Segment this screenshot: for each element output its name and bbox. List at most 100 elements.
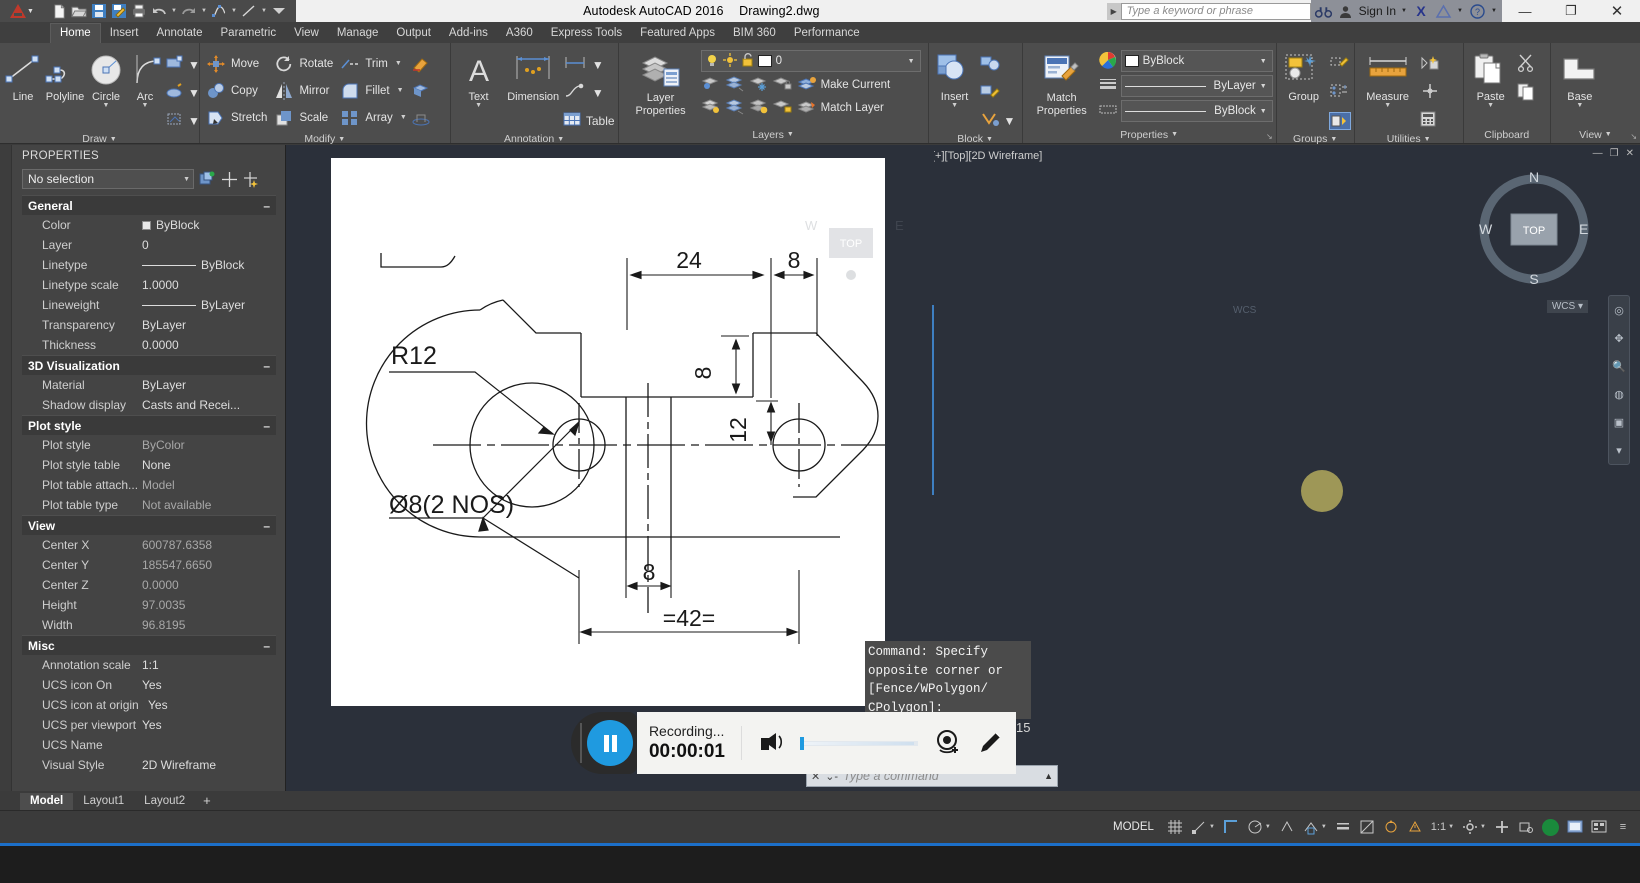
chevron-down-icon[interactable]: ▼ — [986, 136, 993, 143]
steering-wheel-icon[interactable]: ◎ — [1609, 296, 1629, 324]
modify-move-button[interactable]: Move — [203, 51, 270, 76]
save-as-icon[interactable] — [110, 2, 128, 20]
linetype-icon[interactable] — [1099, 101, 1117, 122]
base-dropdown-icon[interactable]: ▼ — [1576, 102, 1583, 109]
match-layer-icon[interactable] — [797, 98, 817, 118]
snap-icon[interactable]: ▼ — [1188, 815, 1218, 839]
lineweight-icon[interactable] — [1332, 815, 1354, 839]
object-snap-icon[interactable]: ▼ — [1300, 815, 1330, 839]
draw-arc-button[interactable]: Arc ▼ — [126, 47, 164, 109]
undo-dropdown-icon[interactable]: ▼ — [170, 8, 178, 14]
property-row-plot-table-type[interactable]: Plot table type Not available — [22, 495, 276, 515]
chevron-down-icon[interactable]: ▼ — [1260, 108, 1269, 115]
color-wheel-icon[interactable] — [1098, 51, 1117, 72]
edit-block-icon[interactable] — [979, 83, 1001, 103]
layer-unlock-icon[interactable] — [772, 98, 793, 118]
property-row-center-y[interactable]: Center Y 185547.6650 — [22, 555, 276, 575]
palette-grip[interactable] — [0, 145, 12, 791]
linetype-combo[interactable]: ByBlock ▼ — [1120, 100, 1273, 122]
layer-selector-combo[interactable]: 0 ▼ — [700, 50, 921, 72]
property-row-ucs-per-viewport[interactable]: UCS per viewport Yes — [22, 715, 276, 735]
tab-layout2[interactable]: Layout2 — [134, 793, 195, 810]
modify-trim-button[interactable]: Trim ▼ — [337, 51, 409, 76]
property-value[interactable]: 1:1 — [142, 658, 276, 672]
annotation-monitor-icon[interactable] — [1404, 815, 1426, 839]
line-icon[interactable] — [240, 2, 258, 20]
layer-thaw-icon[interactable] — [725, 98, 745, 118]
match-layer-label[interactable]: Match Layer — [821, 102, 884, 114]
collapse-icon[interactable]: – — [263, 359, 270, 373]
autocad-logo[interactable]: ▼ — [0, 0, 44, 22]
dimension-dropdown-icon[interactable]: ▼ — [592, 58, 604, 72]
leader-dropdown-icon[interactable]: ▼ — [592, 86, 604, 100]
ungroup-icon[interactable] — [1329, 55, 1349, 74]
ortho-icon[interactable] — [1220, 815, 1242, 839]
panel-block-title[interactable]: Block ▼ — [932, 133, 1019, 145]
property-value[interactable]: ByLayer — [142, 378, 276, 392]
modify-fillet-button[interactable]: Fillet ▼ — [337, 78, 409, 103]
property-value[interactable]: Casts and Recei... — [142, 398, 276, 412]
workspace-switching-icon[interactable]: ▼ — [1459, 815, 1489, 839]
collapse-icon[interactable]: – — [263, 419, 270, 433]
chevron-down-icon[interactable]: ▼ — [1424, 136, 1431, 143]
wcs-selector[interactable]: WCS ▾ — [1546, 300, 1588, 313]
clean-screen-icon[interactable] — [1564, 815, 1586, 839]
property-row-linetype[interactable]: Linetype ByBlock — [22, 255, 276, 275]
arc-dropdown-icon[interactable]: ▼ — [142, 102, 149, 109]
collapse-icon[interactable]: – — [263, 639, 270, 653]
property-value[interactable]: ByLayer — [142, 298, 276, 312]
hatch-icon[interactable] — [165, 83, 185, 102]
property-row-plot-style[interactable]: Plot style ByColor — [22, 435, 276, 455]
sign-in-label[interactable]: Sign In — [1359, 4, 1396, 18]
sun-icon[interactable] — [722, 52, 737, 70]
chevron-down-icon[interactable]: ▼ — [1330, 136, 1337, 143]
layer-freeze-snowflake-icon[interactable] — [749, 75, 769, 95]
volume-slider[interactable] — [800, 736, 918, 750]
chevron-down-icon[interactable]: ▼ — [1260, 83, 1269, 90]
rectangle-icon[interactable] — [165, 55, 185, 74]
linear-dimension-icon[interactable] — [563, 55, 589, 74]
exchange-apps-icon[interactable]: X — [1412, 2, 1430, 20]
chevron-down-icon[interactable]: ▼ — [110, 136, 117, 143]
ribbon-tab-annotate[interactable]: Annotate — [147, 24, 211, 43]
erase-icon[interactable] — [411, 54, 431, 75]
close-button[interactable]: ✕ — [1594, 0, 1640, 22]
property-row-transparency[interactable]: Transparency ByLayer — [22, 315, 276, 335]
autodesk-360-icon[interactable] — [1434, 2, 1452, 20]
panel-groups-title[interactable]: Groups ▼ — [1280, 133, 1351, 145]
block-insert-button[interactable]: Insert ▼ — [932, 47, 978, 109]
leader-icon[interactable] — [563, 83, 589, 102]
chevron-down-icon[interactable]: ▼ — [1260, 58, 1269, 65]
property-row-lineweight[interactable]: Lineweight ByLayer — [22, 295, 276, 315]
layer-lock-icon[interactable] — [772, 75, 793, 95]
new-file-icon[interactable] — [50, 2, 68, 20]
draw-polyline-button[interactable]: Polyline — [44, 47, 86, 103]
selection-combo[interactable]: No selection ▼ — [22, 169, 194, 189]
draw-circle-button[interactable]: Circle ▼ — [87, 47, 125, 109]
layer-freeze-icon[interactable] — [725, 75, 745, 95]
drawing-canvas[interactable]: [+][Top][2D Wireframe] — ❐ ✕ 24 8 8 12 8… — [286, 145, 1640, 791]
chevron-down-icon[interactable]: ▼ — [1448, 824, 1454, 830]
chevron-down-icon[interactable]: ▼ — [1209, 824, 1215, 830]
chevron-down-icon[interactable]: ▼ — [787, 131, 794, 138]
property-row-plot-table-attach[interactable]: Plot table attach... Model — [22, 475, 276, 495]
pause-button[interactable] — [587, 720, 633, 766]
measure-button[interactable]: Measure ▼ — [1358, 47, 1418, 109]
ribbon-tab-performance[interactable]: Performance — [785, 24, 869, 43]
ribbon-tab-addins[interactable]: Add-ins — [440, 24, 497, 43]
add-layout-button[interactable]: + — [195, 793, 219, 810]
pick-point-icon[interactable] — [220, 170, 238, 188]
property-value[interactable]: Yes — [142, 678, 276, 692]
chevron-down-icon[interactable]: ▼ — [1265, 824, 1271, 830]
viewport-close-icon[interactable]: ✕ — [1626, 148, 1634, 159]
property-value[interactable]: ByLayer — [142, 318, 276, 332]
save-icon[interactable] — [90, 2, 108, 20]
hardware-acceleration-icon[interactable] — [1539, 815, 1562, 839]
create-block-icon[interactable] — [979, 55, 1001, 75]
chevron-down-icon[interactable]: ▼ — [557, 136, 564, 143]
trim-dropdown-icon[interactable]: ▼ — [395, 60, 402, 67]
webcam-icon[interactable] — [934, 729, 962, 758]
property-group-misc[interactable]: Misc – — [22, 635, 276, 655]
chevron-down-icon[interactable]: ▼ — [1171, 131, 1178, 138]
sign-in-dropdown-icon[interactable]: ▼ — [1400, 8, 1408, 14]
